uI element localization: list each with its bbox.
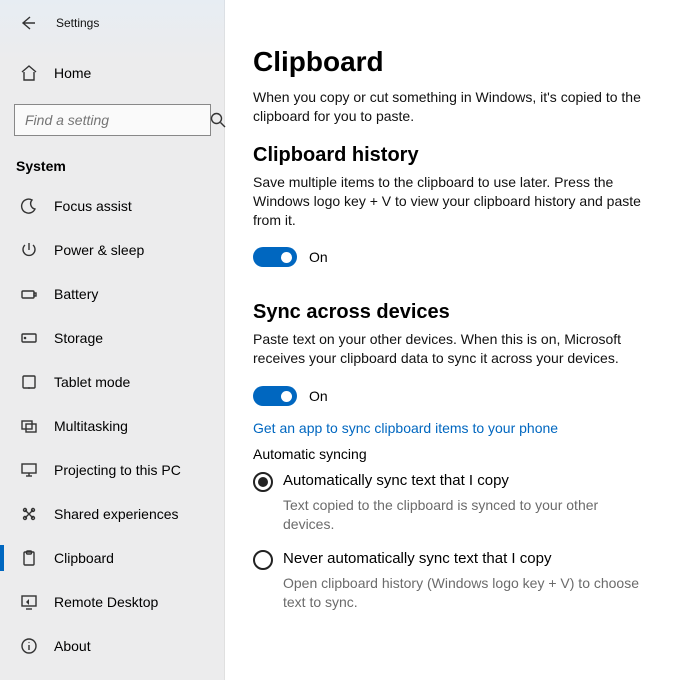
- nav-label: Tablet mode: [54, 374, 130, 390]
- nav-label: Storage: [54, 330, 103, 346]
- info-icon: [20, 637, 38, 655]
- search-box[interactable]: [14, 104, 211, 136]
- sidebar-home[interactable]: Home: [0, 54, 225, 92]
- page-title: Clipboard: [253, 46, 652, 78]
- section-sync: Sync across devices: [253, 301, 652, 324]
- multitasking-icon: [20, 417, 38, 435]
- settings-window: Settings Home System Focus assist: [0, 0, 680, 680]
- home-label: Home: [54, 65, 91, 81]
- radio-icon: [253, 550, 273, 570]
- radio-desc-never-sync: Open clipboard history (Windows logo key…: [283, 574, 652, 612]
- main-content: Clipboard When you copy or cut something…: [225, 0, 680, 680]
- nav-label: Shared experiences: [54, 506, 179, 522]
- clipboard-history-desc: Save multiple items to the clipboard to …: [253, 173, 652, 230]
- sync-toggle-state: On: [309, 388, 328, 404]
- sidebar-item-about[interactable]: About: [0, 624, 225, 668]
- home-icon: [20, 64, 38, 82]
- titlebar: Settings: [0, 6, 225, 40]
- sidebar-item-tablet-mode[interactable]: Tablet mode: [0, 360, 225, 404]
- radio-option-never-sync[interactable]: Never automatically sync text that I cop…: [253, 550, 652, 570]
- remote-desktop-icon: [20, 593, 38, 611]
- clipboard-history-toggle-state: On: [309, 249, 328, 265]
- sidebar-item-storage[interactable]: Storage: [0, 316, 225, 360]
- sidebar-item-projecting[interactable]: Projecting to this PC: [0, 448, 225, 492]
- nav-label: Projecting to this PC: [54, 462, 181, 478]
- sidebar-item-battery[interactable]: Battery: [0, 272, 225, 316]
- radio-desc-auto-sync: Text copied to the clipboard is synced t…: [283, 496, 652, 534]
- sidebar-nav: Focus assist Power & sleep Battery Stora…: [0, 184, 225, 668]
- radio-label: Never automatically sync text that I cop…: [283, 550, 551, 567]
- nav-label: Focus assist: [54, 198, 132, 214]
- sidebar-item-power-sleep[interactable]: Power & sleep: [0, 228, 225, 272]
- radio-option-auto-sync[interactable]: Automatically sync text that I copy: [253, 472, 652, 492]
- clipboard-icon: [20, 549, 38, 567]
- section-clipboard-history: Clipboard history: [253, 144, 652, 167]
- search-input[interactable]: [23, 111, 209, 129]
- tablet-icon: [20, 373, 38, 391]
- automatic-syncing-label: Automatic syncing: [253, 446, 652, 462]
- sidebar-item-remote-desktop[interactable]: Remote Desktop: [0, 580, 225, 624]
- radio-label: Automatically sync text that I copy: [283, 472, 509, 489]
- app-title: Settings: [56, 16, 99, 30]
- sidebar-item-shared-experiences[interactable]: Shared experiences: [0, 492, 225, 536]
- projecting-icon: [20, 461, 38, 479]
- radio-icon: [253, 472, 273, 492]
- sidebar-item-multitasking[interactable]: Multitasking: [0, 404, 225, 448]
- shared-experiences-icon: [20, 505, 38, 523]
- nav-label: About: [54, 638, 91, 654]
- clipboard-history-toggle-row: On: [253, 247, 652, 267]
- sidebar-item-clipboard[interactable]: Clipboard: [0, 536, 225, 580]
- battery-icon: [20, 285, 38, 303]
- clipboard-history-toggle[interactable]: [253, 247, 297, 267]
- back-button[interactable]: [12, 7, 44, 39]
- search-icon: [209, 111, 227, 129]
- nav-label: Remote Desktop: [54, 594, 158, 610]
- sync-desc: Paste text on your other devices. When t…: [253, 330, 652, 368]
- arrow-left-icon: [19, 14, 37, 32]
- nav-label: Battery: [54, 286, 98, 302]
- sync-toggle[interactable]: [253, 386, 297, 406]
- sync-phone-link[interactable]: Get an app to sync clipboard items to yo…: [253, 420, 652, 436]
- nav-label: Multitasking: [54, 418, 128, 434]
- storage-icon: [20, 329, 38, 347]
- page-intro: When you copy or cut something in Window…: [253, 88, 652, 126]
- sidebar-item-focus-assist[interactable]: Focus assist: [0, 184, 225, 228]
- sync-toggle-row: On: [253, 386, 652, 406]
- power-icon: [20, 241, 38, 259]
- sidebar-group-header: System: [0, 152, 225, 184]
- nav-label: Clipboard: [54, 550, 114, 566]
- sidebar: Settings Home System Focus assist: [0, 0, 225, 680]
- nav-label: Power & sleep: [54, 242, 144, 258]
- moon-icon: [20, 197, 38, 215]
